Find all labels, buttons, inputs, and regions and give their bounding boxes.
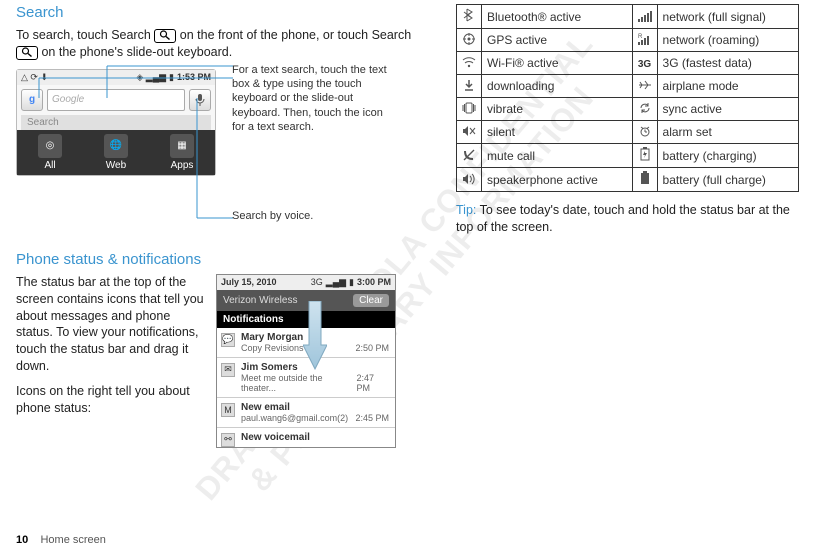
notification-item[interactable]: ⚯ New voicemail (217, 428, 395, 447)
battery-full-icon (638, 171, 652, 185)
carrier-label: Verizon Wireless (223, 295, 297, 306)
silent-icon (462, 124, 476, 138)
ps-paragraph-2: Icons on the right tell you about phone … (16, 383, 206, 417)
search-hardkey-icon (154, 29, 176, 43)
search-hardkey-icon (16, 46, 38, 60)
globe-icon: 🌐 (104, 134, 128, 158)
table-cell: GPS active (482, 29, 633, 52)
screenshot-notifications: July 15, 2010 3G ▂▄▆ ▮ 3:00 PM Verizon W… (216, 274, 396, 448)
battery-icon: ▮ (169, 72, 174, 83)
table-cell: Wi-Fi® active (482, 52, 633, 75)
wifi-icon: ◈ ▂▄▆ (136, 72, 166, 83)
tab-all[interactable]: ◎All (17, 130, 83, 175)
signal-full-icon (638, 9, 652, 23)
battery-icon: ▮ (349, 277, 354, 288)
3g-icon: 3G (311, 277, 323, 287)
table-cell: downloading (482, 75, 633, 98)
page-number: 10 (16, 534, 28, 546)
speakerphone-icon (462, 172, 476, 186)
google-logo-button[interactable]: g (21, 89, 43, 111)
clock: 1:53 PM (177, 72, 211, 82)
download-icon (462, 78, 476, 92)
table-cell: sync active (657, 98, 798, 121)
status-icons-table: Bluetooth® active network (full signal) … (456, 4, 799, 192)
search-input[interactable]: Google (47, 89, 185, 111)
gps-icon (462, 32, 476, 46)
screenshot-search: △ ⟳ ⬇ ◈ ▂▄▆ ▮ 1:53 PM g Google Search (16, 69, 216, 176)
chat-icon: 💬 (221, 333, 235, 347)
mute-call-icon (462, 148, 476, 162)
drag-down-arrow-icon (303, 301, 327, 371)
svg-text:R: R (638, 34, 643, 40)
table-cell: speakerphone active (482, 168, 633, 192)
sync-icon (638, 101, 652, 115)
notification-item[interactable]: M New email paul.wang6@gmail.com(2)2:45 … (217, 398, 395, 428)
tab-apps[interactable]: ▦Apps (149, 130, 215, 175)
search-tabs: ◎All 🌐Web ▦Apps (17, 130, 215, 175)
all-icon: ◎ (38, 134, 62, 158)
tip-label: Tip: (456, 203, 480, 217)
sms-icon: ✉ (221, 363, 235, 377)
tab-web[interactable]: 🌐Web (83, 130, 149, 175)
caption-text-search: For a text search, touch the text box & … (232, 63, 392, 134)
wifi-icon (462, 55, 476, 69)
search-paragraph: To search, touch Search on the front of … (16, 27, 416, 61)
table-cell: airplane mode (657, 75, 798, 98)
battery-charging-icon (638, 147, 652, 161)
table-cell: silent (482, 121, 633, 144)
page-footer: 10 Home screen (16, 534, 106, 546)
notif-date: July 15, 2010 (221, 277, 277, 287)
signal-icon: ▂▄▆ (326, 277, 346, 288)
heading-phone-status: Phone status & notifications (16, 251, 416, 268)
search-label: Search (21, 115, 211, 130)
vibrate-icon (462, 101, 476, 115)
table-cell: network (full signal) (657, 5, 798, 29)
table-cell: alarm set (657, 121, 798, 144)
status-left-icons: △ ⟳ ⬇ (21, 72, 48, 83)
table-cell: battery (charging) (657, 144, 798, 168)
heading-search: Search (16, 4, 416, 21)
table-cell: vibrate (482, 98, 633, 121)
apps-icon: ▦ (170, 134, 194, 158)
roaming-icon: R (638, 32, 652, 46)
table-cell: mute call (482, 144, 633, 168)
microphone-icon (195, 93, 205, 107)
table-cell: 3G (fastest data) (657, 52, 798, 75)
bluetooth-icon (462, 8, 476, 22)
table-cell: Bluetooth® active (482, 5, 633, 29)
voicemail-icon: ⚯ (221, 433, 235, 447)
airplane-icon (638, 78, 652, 92)
mail-icon: M (221, 403, 235, 417)
table-cell: battery (full charge) (657, 168, 798, 192)
caption-voice-search: Search by voice. (232, 209, 392, 223)
section-name: Home screen (40, 534, 105, 546)
clock: 3:00 PM (357, 277, 391, 287)
tip-paragraph: Tip: To see today's date, touch and hold… (456, 202, 799, 236)
ps-paragraph-1: The status bar at the top of the screen … (16, 274, 206, 375)
alarm-icon (638, 124, 652, 138)
3g-icon: 3G (638, 59, 651, 70)
status-bar: △ ⟳ ⬇ ◈ ▂▄▆ ▮ 1:53 PM (17, 70, 215, 85)
table-cell: network (roaming) (657, 29, 798, 52)
clear-button[interactable]: Clear (353, 294, 389, 307)
voice-search-button[interactable] (189, 89, 211, 111)
